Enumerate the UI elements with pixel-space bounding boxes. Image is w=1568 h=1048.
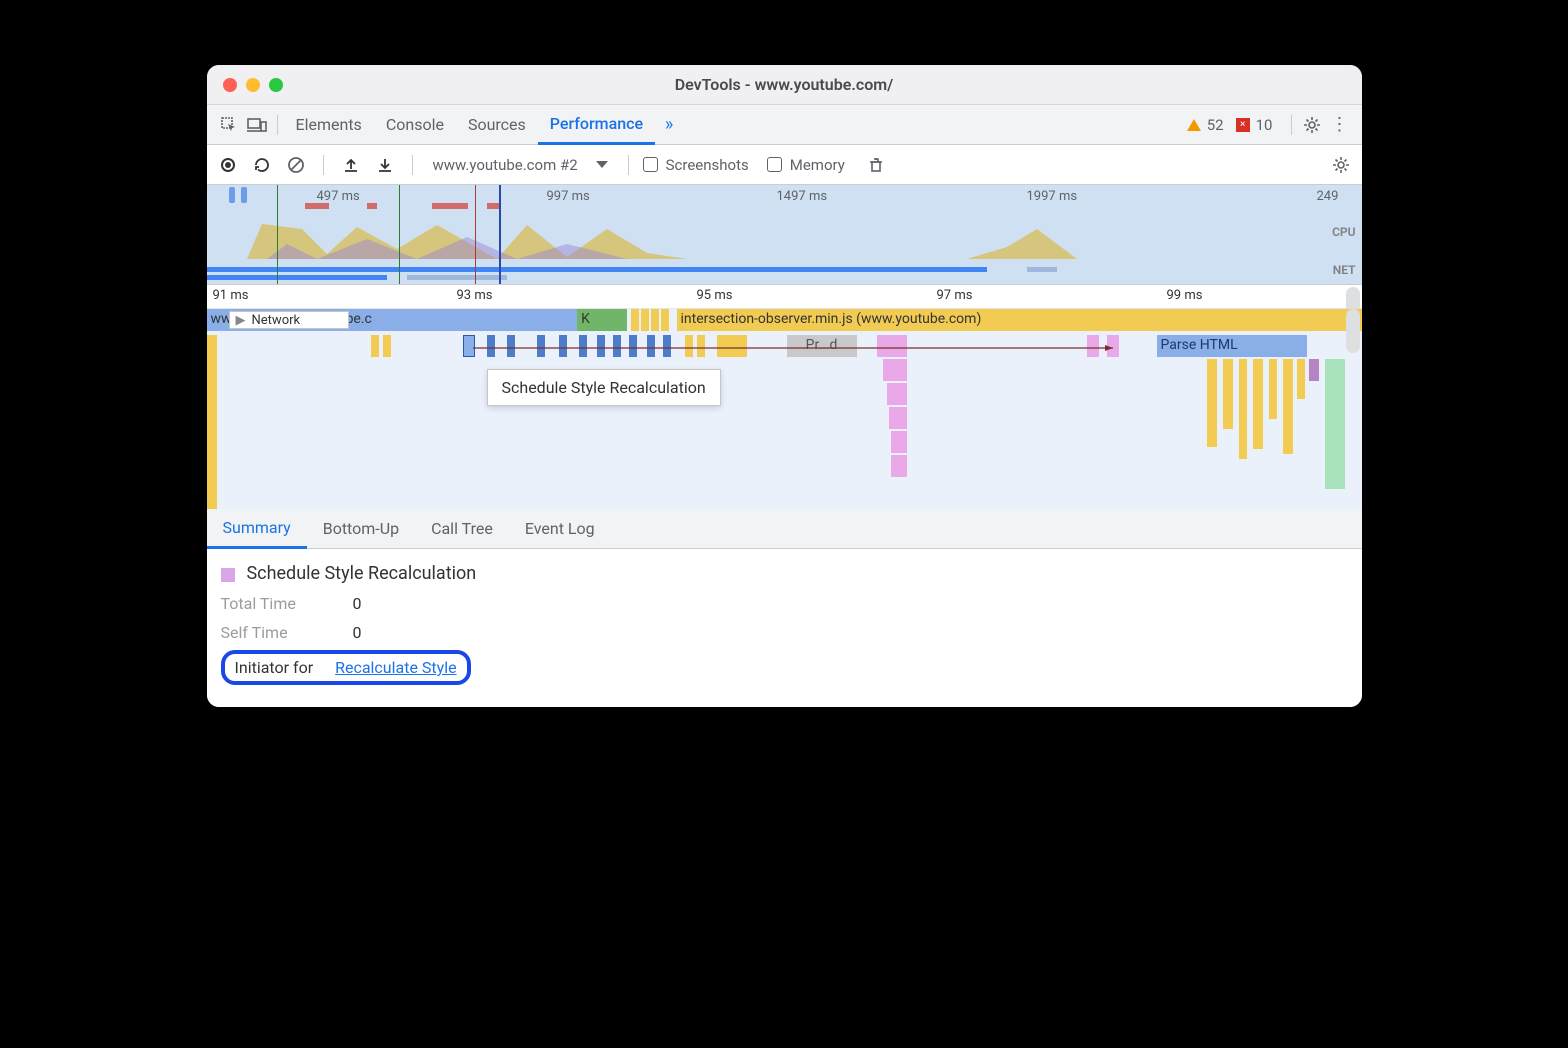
memory-checkbox[interactable] — [767, 157, 782, 172]
tab-performance[interactable]: Performance — [538, 105, 655, 145]
inspect-icon[interactable] — [215, 111, 243, 139]
screenshots-checkbox[interactable] — [643, 157, 658, 172]
selection-handle-right[interactable] — [241, 187, 247, 203]
capture-settings-icon[interactable] — [1328, 152, 1354, 178]
screenshots-label: Screenshots — [666, 156, 749, 174]
time-ruler[interactable]: 91 ms 93 ms 95 ms 97 ms 99 ms — [207, 285, 1362, 309]
more-tabs-icon[interactable]: » — [655, 111, 683, 139]
upload-button[interactable] — [338, 152, 364, 178]
flame-block[interactable]: intersection-observer.min.js (www.youtub… — [677, 309, 1362, 331]
initiator-label: Initiator for — [235, 658, 314, 677]
recording-select[interactable]: www.youtube.com #2 — [427, 156, 614, 174]
flame-chart[interactable]: ww com/ (www.youtube.c ▶Network K inters… — [207, 309, 1362, 509]
reload-record-button[interactable] — [249, 152, 275, 178]
flame-scrollbar[interactable] — [1346, 309, 1360, 353]
error-icon: × — [1236, 118, 1250, 132]
selection-handle-left[interactable] — [229, 187, 235, 203]
flame-block-parse-html[interactable]: Parse HTML — [1157, 335, 1307, 357]
timeline-overview[interactable]: 497 ms 997 ms 1497 ms 1997 ms 249 CPU NE… — [207, 185, 1362, 285]
net-label: NET — [1333, 263, 1356, 277]
tab-elements[interactable]: Elements — [284, 105, 374, 145]
tab-call-tree[interactable]: Call Tree — [415, 509, 509, 548]
summary-panel: Schedule Style Recalculation Total Time … — [207, 549, 1362, 707]
initiator-highlight: Initiator for Recalculate Style — [221, 650, 471, 685]
event-title: Schedule Style Recalculation — [221, 563, 1348, 584]
tab-event-log[interactable]: Event Log — [509, 509, 611, 548]
errors-count[interactable]: × 10 — [1236, 116, 1273, 134]
download-button[interactable] — [372, 152, 398, 178]
settings-icon[interactable] — [1298, 111, 1326, 139]
tab-bottom-up[interactable]: Bottom-Up — [307, 509, 415, 548]
warning-icon — [1187, 119, 1201, 131]
total-time-row: Total Time 0 — [221, 594, 1348, 613]
performance-toolbar: www.youtube.com #2 Screenshots Memory — [207, 145, 1362, 185]
tab-summary[interactable]: Summary — [207, 509, 307, 549]
memory-label: Memory — [790, 156, 845, 174]
titlebar: DevTools - www.youtube.com/ — [207, 65, 1362, 105]
event-color-swatch — [221, 568, 235, 582]
initiator-link[interactable]: Recalculate Style — [335, 658, 456, 677]
tooltip: Schedule Style Recalculation — [487, 369, 721, 406]
flame-block[interactable]: K — [577, 309, 595, 331]
initiator-arrow — [473, 345, 1123, 355]
clear-button[interactable] — [283, 152, 309, 178]
chevron-down-icon — [596, 161, 608, 168]
tab-console[interactable]: Console — [374, 105, 456, 145]
panel-tabs: Elements Console Sources Performance » 5… — [207, 105, 1362, 145]
detail-tabs: Summary Bottom-Up Call Tree Event Log — [207, 509, 1362, 549]
window-title: DevTools - www.youtube.com/ — [207, 75, 1362, 94]
record-button[interactable] — [215, 152, 241, 178]
gc-button[interactable] — [863, 152, 889, 178]
cpu-chart — [207, 219, 1362, 261]
devtools-window: DevTools - www.youtube.com/ Elements Con… — [207, 65, 1362, 707]
kebab-menu-icon[interactable]: ⋮ — [1326, 111, 1354, 139]
warnings-count[interactable]: 52 — [1187, 116, 1224, 134]
network-track-toggle[interactable]: ▶Network — [229, 311, 349, 329]
device-toolbar-icon[interactable] — [243, 111, 271, 139]
self-time-row: Self Time 0 — [221, 623, 1348, 642]
tab-sources[interactable]: Sources — [456, 105, 538, 145]
